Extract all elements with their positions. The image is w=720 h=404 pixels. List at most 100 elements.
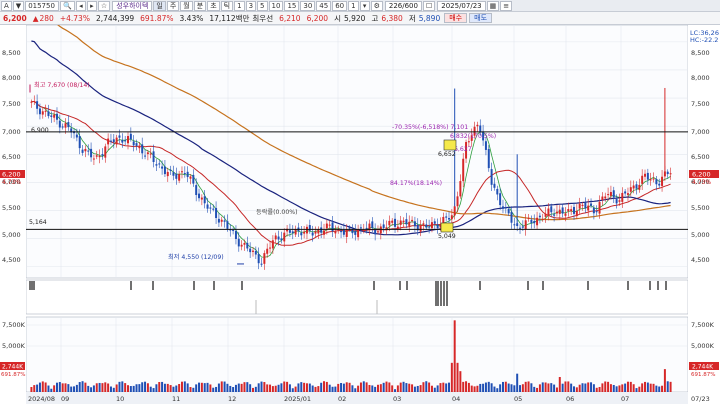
buy-button[interactable]: 매수 [444,13,468,23]
tick-unit[interactable]: 1 [348,0,359,11]
candle-body [411,219,414,221]
prev-icon[interactable]: ◂ [75,0,86,11]
price-annotation: 6,627 [454,146,472,153]
candle-body [192,174,195,184]
unit-45[interactable]: 45 [316,0,332,11]
unit-1[interactable]: 1 [234,0,245,11]
volume-bar [178,384,181,392]
candle-body [462,158,465,182]
unit-30[interactable]: 30 [300,0,316,11]
candle-body [419,225,422,232]
candle-body [405,219,408,225]
volume-bar [155,384,158,392]
volume-bar [482,383,485,392]
volume-value: 2,744,399 [95,13,135,23]
candle-body [496,188,499,195]
star-icon[interactable]: ☆ [97,0,111,11]
volume-bar [374,386,377,392]
candle-body [601,196,604,201]
volume-bar [115,384,118,392]
dropdown-icon[interactable]: ▾ [359,0,370,11]
volume-bar [297,383,300,392]
period-minute-button[interactable]: 분 [193,0,207,11]
toolbar: A ▼ 015750 🔍 ◂ ▸ ☆ 성우하이텍 일 주 월 분 초 틱 1 3… [0,0,720,12]
candle-body [234,231,237,239]
settings-icon[interactable]: ⚙ [370,0,383,11]
period-month-button[interactable]: 월 [180,0,193,11]
sell-button[interactable]: 매도 [469,13,493,23]
candle-body [626,193,629,195]
period-week-button[interactable]: 주 [166,0,180,11]
unit-15[interactable]: 15 [284,0,300,11]
volume-bar [445,383,448,392]
volume-bar [584,383,587,392]
calendar-icon[interactable]: ▦ [486,0,500,11]
volume-bar [260,381,263,392]
candle-body [388,220,391,226]
volume-bar [470,385,473,392]
period-day-button[interactable]: 일 [153,0,166,11]
volume-bar [152,388,155,392]
dropdown-icon[interactable]: ▼ [12,0,25,11]
volume-bar [320,382,323,392]
count-field[interactable]: 226/600 [384,0,422,11]
unit-3[interactable]: 3 [245,0,257,11]
price-pane[interactable] [25,25,689,279]
period-tick-button[interactable]: 틱 [220,0,234,11]
candle-body [487,149,490,169]
volume-bar [521,384,524,392]
volume-bar [624,383,627,392]
volume-bar [305,383,308,392]
volume-bar [456,362,459,392]
volume-bar [323,381,326,392]
candle-body [257,254,260,264]
market-prefix-button[interactable]: A [1,0,12,11]
checkbox-icon[interactable]: ☐ [422,0,436,11]
candle-body [200,197,203,200]
price-tick: 6,500 [2,153,21,161]
unit-10[interactable]: 10 [268,0,284,11]
volume-bar [513,385,516,392]
volume-bar [189,387,192,392]
flat-annotation: 등락률(0.00%) [256,208,298,216]
unit-5[interactable]: 5 [257,0,268,11]
unit-60[interactable]: 60 [332,0,348,11]
stock-code-input[interactable]: 015750 [25,0,60,11]
volume-bar [666,381,669,392]
volume-bar [166,383,169,392]
next-icon[interactable]: ▸ [86,0,97,11]
candle-body [323,230,326,235]
candle-body [428,226,431,228]
volume-bar [567,381,570,392]
period-second-button[interactable]: 초 [207,0,220,11]
candle-body [223,220,226,222]
candle-body [163,166,166,175]
candle-body [44,110,47,112]
menu-icon[interactable]: ≡ [500,0,513,11]
candle-body [609,192,612,196]
volume-pane[interactable] [25,316,689,393]
volume-bar [536,387,539,392]
signal-pane[interactable] [25,279,689,315]
current-pct-tag: 4.73% [2,179,21,186]
volume-bar [345,382,348,392]
candle-body [266,248,269,254]
volume-bar [58,382,61,392]
candle-body [652,178,655,180]
candle-body [254,250,257,255]
volume-pct-tag: 691.87% [691,372,715,378]
candle-body [635,184,638,189]
search-icon[interactable]: 🔍 [60,0,75,11]
candle-body [359,227,362,229]
candle-body [260,263,263,265]
stock-chart[interactable]: 8,500 8,000 7,500 7,000 6,500 6,000 5,50… [0,25,720,404]
volume-bar [479,383,482,392]
candle-body [101,154,104,156]
date-label: 03 [393,395,401,403]
volume-bar [240,383,243,392]
candle-body [325,223,328,229]
volume-bar [232,387,235,392]
low-annotation: 최저 4,550 (12/09) [168,253,224,261]
candle-body [448,218,450,220]
date-field[interactable]: 2025/07/23 [437,0,486,11]
